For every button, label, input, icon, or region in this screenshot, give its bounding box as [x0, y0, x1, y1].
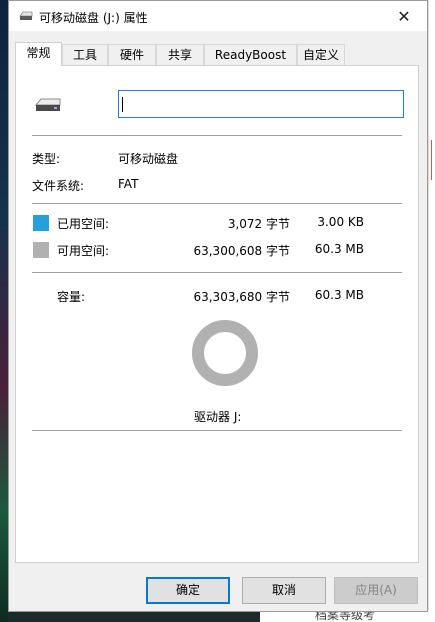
general-panel: 类型: 可移动磁盘 文件系统: FAT 已用空间: 3,072 字节 3.00 … — [15, 65, 419, 563]
free-space-swatch — [33, 242, 49, 258]
cancel-button[interactable]: 取消 — [242, 577, 326, 604]
separator — [32, 430, 402, 431]
tab-sharing[interactable]: 共享 — [156, 44, 204, 65]
used-space-bytes: 3,072 字节 — [227, 217, 290, 231]
free-space-bytes: 63,300,608 字节 — [193, 244, 290, 258]
separator — [32, 203, 402, 204]
title-bar[interactable]: 可移动磁盘 (J:) 属性 ✕ — [9, 1, 427, 31]
ok-button[interactable]: 确定 — [146, 577, 230, 604]
tab-readyboost[interactable]: ReadyBoost — [204, 44, 297, 65]
background-border-line — [431, 140, 435, 180]
tab-tools[interactable]: 工具 — [62, 44, 108, 65]
window-title: 可移动磁盘 (J:) 属性 — [39, 11, 148, 25]
properties-dialog: 可移动磁盘 (J:) 属性 ✕ 常规 工具 硬件 共享 ReadyBoost 自… — [8, 0, 428, 612]
capacity-size: 60.3 MB — [314, 288, 364, 302]
separator — [32, 272, 402, 273]
drive-name-input[interactable] — [118, 90, 404, 118]
close-button[interactable]: ✕ — [381, 1, 427, 31]
free-space-ring — [192, 320, 258, 386]
tab-hardware[interactable]: 硬件 — [108, 44, 156, 65]
drive-icon — [19, 11, 33, 20]
type-value: 可移动磁盘 — [118, 152, 179, 166]
used-space-swatch — [33, 215, 49, 231]
type-label: 类型: — [32, 152, 61, 166]
tab-general[interactable]: 常规 — [15, 42, 62, 66]
capacity-bytes: 63,303,680 字节 — [193, 290, 290, 304]
background-window-edge — [428, 0, 435, 622]
free-space-label: 可用空间: — [57, 244, 110, 258]
filesystem-label: 文件系统: — [32, 179, 85, 193]
capacity-label: 容量: — [57, 290, 86, 304]
filesystem-value: FAT — [118, 177, 139, 191]
text-caret — [122, 97, 123, 112]
tab-customize[interactable]: 自定义 — [297, 44, 345, 65]
usage-donut-chart — [192, 320, 258, 386]
drive-large-icon — [34, 98, 61, 111]
free-space-size: 60.3 MB — [314, 242, 364, 256]
used-space-size: 3.00 KB — [317, 215, 364, 229]
drive-letter-label: 驱动器 J: — [194, 410, 242, 424]
apply-button[interactable]: 应用(A) — [334, 577, 418, 604]
desktop-background — [0, 0, 8, 622]
close-icon: ✕ — [397, 6, 411, 26]
separator — [32, 135, 402, 136]
used-space-label: 已用空间: — [57, 217, 110, 231]
